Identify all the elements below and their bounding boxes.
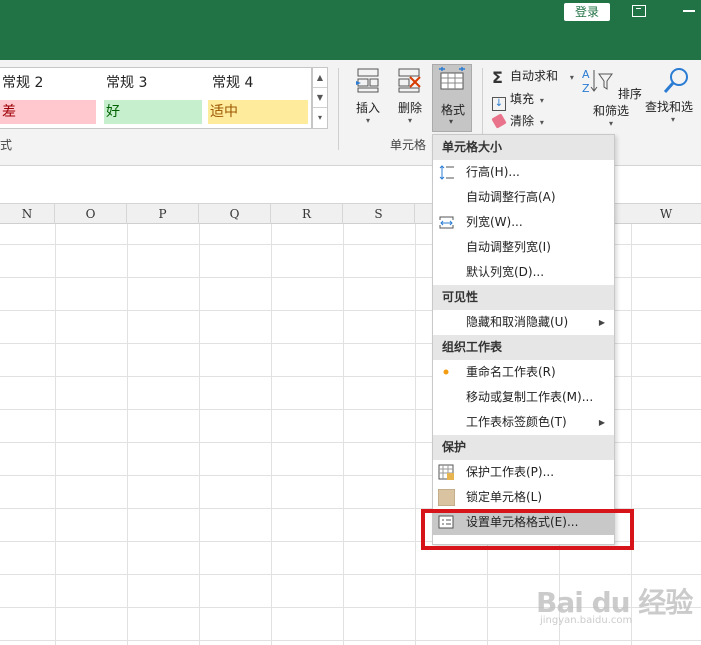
fill-caret-icon: ▾ bbox=[539, 96, 544, 105]
format-dropdown-menu: 单元格大小 行高(H)... 自动调整行高(A) 列宽(W)... 自动调整列宽… bbox=[432, 134, 615, 545]
menu-item-label: 隐藏和取消隐藏(U) bbox=[466, 315, 569, 329]
scroll-down-icon[interactable]: ▼ bbox=[313, 88, 327, 108]
submenu-arrow-icon: ▶ bbox=[598, 318, 605, 327]
style-normal-2[interactable]: 常规 2 bbox=[0, 71, 96, 95]
insert-label: 插入 bbox=[355, 101, 380, 115]
menu-item-default-width[interactable]: 默认列宽(D)... bbox=[433, 260, 614, 285]
column-header-r[interactable]: R bbox=[271, 204, 343, 224]
sigma-icon: Σ bbox=[492, 68, 503, 87]
title-bar: 登录 bbox=[0, 0, 701, 60]
menu-item-hide-unhide[interactable]: 隐藏和取消隐藏(U) ▶ bbox=[433, 310, 614, 335]
menu-item-move-copy-sheet[interactable]: 移动或复制工作表(M)... bbox=[433, 385, 614, 410]
magnifier-icon bbox=[663, 68, 688, 93]
baidu-watermark: Bai du 经验 jingyan.baidu.com bbox=[536, 571, 696, 631]
style-bad[interactable]: 差 bbox=[0, 100, 96, 124]
clear-label: 清除 bbox=[510, 114, 535, 128]
style-normal-3[interactable]: 常规 3 bbox=[104, 71, 200, 95]
insert-caret-icon: ▾ bbox=[365, 116, 370, 125]
style-good[interactable]: 好 bbox=[104, 100, 202, 124]
delete-button[interactable]: 删除 ▾ bbox=[394, 66, 426, 126]
column-header-s[interactable]: S bbox=[343, 204, 415, 224]
ribbon-separator bbox=[338, 68, 339, 150]
menu-item-label: 锁定单元格(L) bbox=[466, 490, 543, 504]
sort-filter-button[interactable]: A Z 排序和筛选 ▾ bbox=[580, 66, 642, 129]
clear-caret-icon: ▾ bbox=[539, 118, 544, 127]
red-highlight-frame bbox=[421, 509, 634, 550]
fill-down-icon: ↓ bbox=[492, 97, 506, 111]
svg-text:Z: Z bbox=[582, 82, 590, 95]
fill-label: 填充 bbox=[510, 92, 535, 106]
menu-item-label: 自动调整列宽(I) bbox=[466, 240, 551, 254]
menu-item-label: 自动调整行高(A) bbox=[466, 190, 556, 204]
cell-styles-gallery: 常规 2 常规 3 常规 4 差 好 适中 bbox=[0, 67, 312, 129]
autosum-caret-icon: ▾ bbox=[569, 73, 574, 82]
menu-item-protect-sheet[interactable]: 保护工作表(P)... bbox=[433, 460, 614, 485]
format-cells-ribbon-icon bbox=[439, 67, 465, 90]
menu-item-autofit-column-width[interactable]: 自动调整列宽(I) bbox=[433, 235, 614, 260]
format-button[interactable]: 格式 ▾ bbox=[432, 64, 472, 132]
column-header-p[interactable]: P bbox=[127, 204, 199, 224]
autosum-label: 自动求和 bbox=[510, 69, 559, 83]
protect-sheet-icon bbox=[438, 464, 454, 480]
menu-item-label: 行高(H)... bbox=[466, 165, 520, 179]
column-header-o[interactable]: O bbox=[55, 204, 127, 224]
cells-group-label: 单元格 bbox=[390, 138, 427, 152]
column-header-w[interactable]: W bbox=[631, 204, 701, 224]
menu-item-label: 移动或复制工作表(M)... bbox=[466, 390, 594, 404]
clear-button[interactable]: 清除 ▾ bbox=[491, 111, 544, 131]
format-label: 格式 bbox=[441, 103, 466, 117]
style-neutral[interactable]: 适中 bbox=[208, 100, 308, 124]
styles-gallery-scroll[interactable]: ▲ ▼ ▾ bbox=[312, 67, 328, 129]
row-height-icon bbox=[439, 165, 454, 180]
menu-item-label: 默认列宽(D)... bbox=[466, 265, 545, 279]
delete-label: 删除 bbox=[397, 101, 422, 115]
eraser-icon bbox=[491, 113, 507, 129]
ribbon-display-options-icon[interactable] bbox=[632, 5, 646, 17]
menu-section-organize-sheets: 组织工作表 bbox=[433, 335, 614, 360]
fill-button[interactable]: ↓ 填充 ▾ bbox=[492, 89, 544, 111]
sort-filter-caret-icon: ▾ bbox=[608, 119, 613, 128]
submenu-arrow-icon: ▶ bbox=[598, 418, 605, 427]
menu-section-protection: 保护 bbox=[433, 435, 614, 460]
insert-button[interactable]: 插入 ▾ bbox=[352, 66, 384, 126]
watermark-subtext: jingyan.baidu.com bbox=[540, 615, 633, 626]
menu-item-label: 重命名工作表(R) bbox=[466, 365, 556, 379]
find-select-caret-icon: ▾ bbox=[670, 115, 675, 124]
menu-item-label: 保护工作表(P)... bbox=[466, 465, 555, 479]
menu-section-visibility: 可见性 bbox=[433, 285, 614, 310]
insert-cells-icon bbox=[356, 68, 379, 93]
sort-filter-icon: A Z bbox=[582, 68, 614, 95]
find-select-label: 查找和选 bbox=[645, 100, 694, 114]
menu-item-label: 列宽(W)... bbox=[466, 215, 523, 229]
find-select-button[interactable]: 查找和选 ▾ bbox=[645, 66, 701, 125]
scroll-up-icon[interactable]: ▲ bbox=[313, 68, 327, 88]
menu-item-row-height[interactable]: 行高(H)... bbox=[433, 160, 614, 185]
menu-item-lock-cell[interactable]: 锁定单元格(L) bbox=[433, 485, 614, 510]
column-width-icon bbox=[439, 216, 454, 229]
login-button[interactable]: 登录 bbox=[564, 3, 610, 21]
menu-section-cell-size: 单元格大小 bbox=[433, 135, 614, 160]
bullet-icon bbox=[443, 369, 449, 375]
style-normal-4[interactable]: 常规 4 bbox=[210, 71, 306, 95]
delete-cells-icon bbox=[398, 68, 421, 93]
delete-caret-icon: ▾ bbox=[407, 116, 412, 125]
styles-group-label: 式 bbox=[0, 138, 13, 152]
autosum-button[interactable]: Σ 自动求和 ▾ bbox=[492, 66, 574, 86]
menu-item-tab-color[interactable]: 工作表标签颜色(T) ▶ bbox=[433, 410, 614, 435]
svg-text:A: A bbox=[582, 68, 590, 81]
minimize-icon[interactable] bbox=[683, 10, 695, 12]
menu-item-column-width[interactable]: 列宽(W)... bbox=[433, 210, 614, 235]
menu-item-label: 工作表标签颜色(T) bbox=[466, 415, 567, 429]
menu-item-rename-sheet[interactable]: 重命名工作表(R) bbox=[433, 360, 614, 385]
gallery-more-icon[interactable]: ▾ bbox=[313, 108, 327, 128]
column-header-q[interactable]: Q bbox=[199, 204, 271, 224]
lock-cell-icon bbox=[438, 489, 455, 506]
column-header-n[interactable]: N bbox=[0, 204, 55, 224]
menu-item-autofit-row-height[interactable]: 自动调整行高(A) bbox=[433, 185, 614, 210]
format-caret-icon: ▾ bbox=[449, 117, 454, 126]
